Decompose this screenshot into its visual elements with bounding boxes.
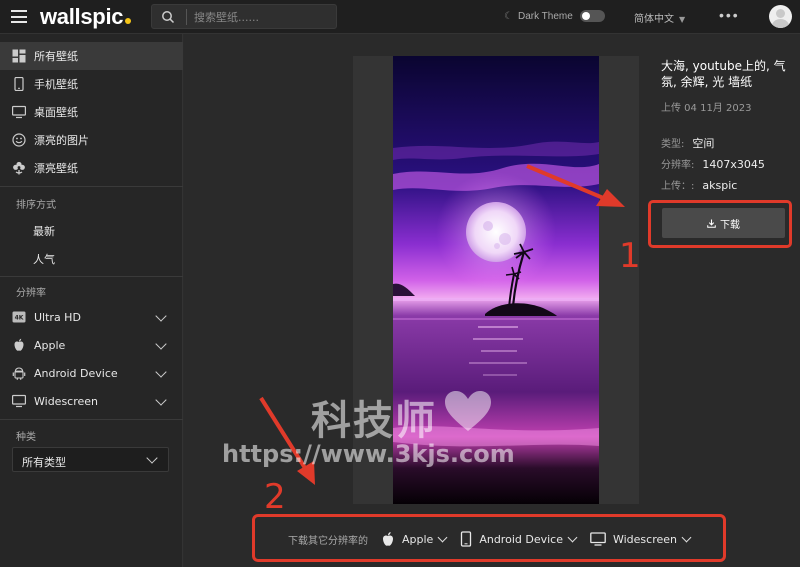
sidebar-divider	[0, 186, 183, 187]
sidebar-item-label: 手机壁纸	[34, 78, 78, 91]
sort-newest[interactable]: 最新	[33, 223, 55, 239]
sidebar-item-desktop[interactable]: 桌面壁纸	[0, 98, 183, 126]
sidebar-item-all[interactable]: 所有壁纸	[0, 42, 183, 70]
resolution-widescreen[interactable]: Widescreen	[0, 387, 183, 415]
monitor-icon	[12, 394, 26, 408]
sidebar-item-pretty-pictures[interactable]: 漂亮的图片	[0, 126, 183, 154]
resolution-apple[interactable]: Apple	[0, 331, 183, 359]
sidebar-item-label: 所有壁纸	[34, 50, 78, 63]
annotation-number-2: 2	[264, 477, 286, 517]
top-bar: wallspic ☾ Dark Theme 简体中文 ▼ •••	[0, 0, 800, 34]
category-select[interactable]: 所有类型	[12, 447, 169, 472]
resolution-option-label: Android Device	[479, 532, 563, 546]
sidebar-item-phone[interactable]: 手机壁纸	[0, 70, 183, 98]
sort-popular[interactable]: 人气	[33, 251, 55, 267]
resolution-label: Ultra HD	[34, 310, 81, 324]
download-button[interactable]: 下载	[662, 208, 785, 238]
search-input[interactable]	[194, 8, 332, 26]
sidebar-item-pretty-wallpapers[interactable]: 漂亮壁纸	[0, 154, 183, 182]
download-icon	[707, 218, 716, 228]
resolution-label: 分辨率:	[661, 160, 695, 171]
resolution-label: Widescreen	[34, 394, 99, 408]
resolution-option-label: Apple	[402, 532, 434, 546]
sidebar-divider	[0, 276, 183, 277]
menu-icon[interactable]	[11, 10, 27, 23]
chevron-down-icon	[437, 532, 448, 543]
resolution-option-apple[interactable]: Apple	[381, 531, 448, 547]
other-resolutions-bar: 下载其它分辨率的 Apple Android Device Widescreen	[288, 530, 704, 548]
sidebar-item-label: 漂亮壁纸	[34, 162, 78, 175]
4k-icon: 4K	[12, 311, 26, 323]
sidebar: 所有壁纸 手机壁纸 桌面壁纸 漂亮的图片 漂亮壁纸 排序方式 最新 人气 分辨率…	[0, 34, 183, 567]
category-select-value: 所有类型	[22, 456, 66, 469]
moon-icon: ☾	[504, 10, 513, 22]
resolution-android[interactable]: Android Device	[0, 359, 183, 387]
resolution-option-widescreen[interactable]: Widescreen	[590, 532, 692, 546]
resolution-section-title: 分辨率	[16, 288, 46, 299]
chevron-down-icon: ▼	[679, 15, 686, 24]
resolution-option-android[interactable]: Android Device	[460, 531, 578, 547]
type-label: 类型:	[661, 139, 685, 150]
sort-section-title: 排序方式	[16, 200, 56, 211]
logo-dot	[125, 18, 132, 24]
apple-icon	[14, 338, 24, 351]
resolution-option-label: Widescreen	[612, 532, 677, 546]
chevron-down-icon[interactable]	[155, 394, 167, 406]
language-label: 简体中文	[634, 14, 674, 25]
heart-icon	[445, 391, 491, 431]
logo[interactable]: wallspic	[40, 4, 132, 30]
smile-icon	[12, 133, 26, 147]
resolution-label: Apple	[34, 338, 66, 352]
upload-date: 上传 04 11月 2023	[661, 103, 752, 114]
category-section-title: 种类	[16, 432, 36, 443]
resolution-ultra-hd[interactable]: 4K Ultra HD	[0, 303, 183, 331]
chevron-down-icon	[681, 532, 692, 543]
uploader-label: 上传：:	[661, 181, 695, 192]
grid-icon	[12, 49, 26, 63]
phone-icon	[461, 531, 472, 547]
language-selector[interactable]: 简体中文 ▼	[634, 10, 685, 25]
android-icon	[12, 367, 26, 380]
resolution-value: 1407x3045	[702, 158, 765, 171]
meta-type: 类型: 空间	[661, 135, 714, 151]
search-box[interactable]	[151, 4, 337, 29]
monitor-icon	[590, 532, 606, 546]
sidebar-divider	[0, 419, 183, 420]
chevron-down-icon	[567, 532, 578, 543]
search-divider	[186, 9, 187, 25]
svg-text:4K: 4K	[15, 315, 24, 322]
type-value[interactable]: 空间	[692, 137, 714, 150]
wallpaper-title: 大海, youtube上的, 气氛, 余辉, 光 墙纸	[661, 59, 786, 89]
meta-uploader: 上传：: akspic	[661, 177, 737, 192]
logo-text: wallspic	[40, 4, 124, 29]
watermark-url: https://www.3kjs.com	[222, 440, 515, 468]
more-icon[interactable]: •••	[719, 7, 740, 23]
download-label: 下载	[720, 219, 740, 231]
monitor-icon	[12, 105, 26, 119]
theme-label: Dark Theme	[517, 10, 573, 22]
meta-resolution: 分辨率: 1407x3045	[661, 156, 765, 171]
other-resolutions-label: 下载其它分辨率的	[288, 535, 368, 547]
resolution-label: Android Device	[34, 366, 118, 380]
watermark-text: 科技师	[311, 398, 437, 444]
avatar[interactable]	[769, 5, 792, 28]
sidebar-item-label: 桌面壁纸	[34, 106, 78, 119]
theme-switch[interactable]: ☾ Dark Theme	[504, 10, 605, 22]
sidebar-item-label: 漂亮的图片	[34, 134, 89, 147]
uploader-value[interactable]: akspic	[702, 179, 737, 192]
phone-icon	[14, 77, 24, 91]
flower-icon	[13, 161, 25, 175]
chevron-down-icon[interactable]	[155, 310, 167, 322]
chevron-down-icon	[146, 452, 158, 464]
chevron-down-icon[interactable]	[155, 338, 167, 350]
apple-icon	[383, 532, 393, 546]
search-icon[interactable]	[161, 10, 175, 24]
theme-toggle[interactable]	[579, 10, 605, 22]
annotation-number-1: 1	[619, 236, 641, 276]
chevron-down-icon[interactable]	[155, 366, 167, 378]
